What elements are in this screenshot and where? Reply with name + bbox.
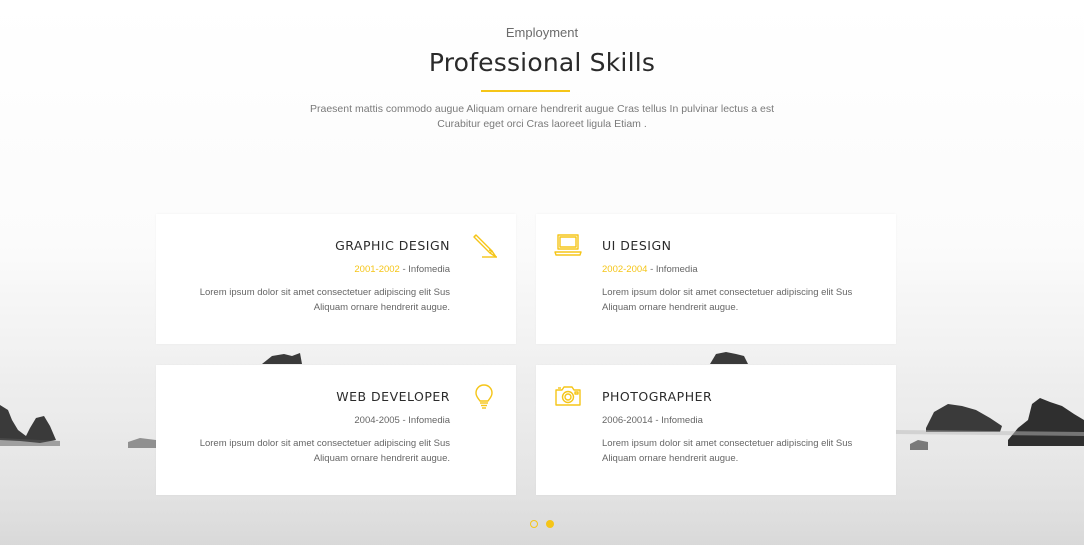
skill-title: WEB DEVELOPER xyxy=(336,389,450,404)
pagination-dot-2[interactable] xyxy=(546,520,554,528)
skill-title: UI DESIGN xyxy=(602,238,672,253)
pagination-dot-1[interactable] xyxy=(530,520,538,528)
camera-icon xyxy=(554,382,582,410)
skill-card-web-developer: WEB DEVELOPER 2004-2005 - Infomedia Lore… xyxy=(156,365,516,495)
skill-meta: 2006-20014 - Infomedia xyxy=(602,415,884,426)
skill-card-graphic-design: GRAPHIC DESIGN 2001-2002 - Infomedia Lor… xyxy=(156,214,516,344)
section-eyebrow: Employment xyxy=(505,25,579,40)
section-title: Professional Skills xyxy=(428,48,656,77)
skill-company: - Infomedia xyxy=(647,264,698,275)
pagination-dots xyxy=(0,520,1084,528)
skill-description: Lorem ipsum dolor sit amet consectetuer … xyxy=(602,287,853,313)
skill-description: Lorem ipsum dolor sit amet consectetuer … xyxy=(199,438,450,464)
rock-middle-right xyxy=(710,352,748,364)
rock-left xyxy=(0,405,56,443)
section-intro: Praesent mattis commodo augue Aliquam or… xyxy=(310,103,774,130)
skill-title: GRAPHIC DESIGN xyxy=(335,238,450,253)
lightbulb-icon xyxy=(470,382,498,410)
skill-company: - Infomedia xyxy=(399,264,450,275)
skill-years: 2001-2002 xyxy=(354,264,400,275)
skill-meta: 2001-2002 - Infomedia xyxy=(168,264,450,275)
skill-years: 2002-2004 xyxy=(602,264,648,275)
rock-right-2 xyxy=(1008,398,1084,446)
rock-right-1 xyxy=(926,404,1002,432)
skill-years: 2004-2005 xyxy=(354,415,400,426)
skill-meta: 2004-2005 - Infomedia xyxy=(168,415,450,426)
skill-years: 2006-20014 xyxy=(602,415,653,426)
title-underline xyxy=(481,90,570,92)
skill-meta: 2002-2004 - Infomedia xyxy=(602,264,884,275)
skill-company: - Infomedia xyxy=(652,415,703,426)
skill-company: - Infomedia xyxy=(399,415,450,426)
skill-description: Lorem ipsum dolor sit amet consectetuer … xyxy=(199,287,450,313)
skill-card-ui-design: UI DESIGN 2002-2004 - Infomedia Lorem ip… xyxy=(536,214,896,344)
skill-title: PHOTOGRAPHER xyxy=(602,389,713,404)
skill-card-photographer: PHOTOGRAPHER 2006-20014 - Infomedia Lore… xyxy=(536,365,896,495)
pencil-icon xyxy=(470,231,498,259)
rock-middle-left xyxy=(262,353,302,364)
laptop-icon xyxy=(554,231,582,259)
skill-description: Lorem ipsum dolor sit amet consectetuer … xyxy=(602,438,853,464)
